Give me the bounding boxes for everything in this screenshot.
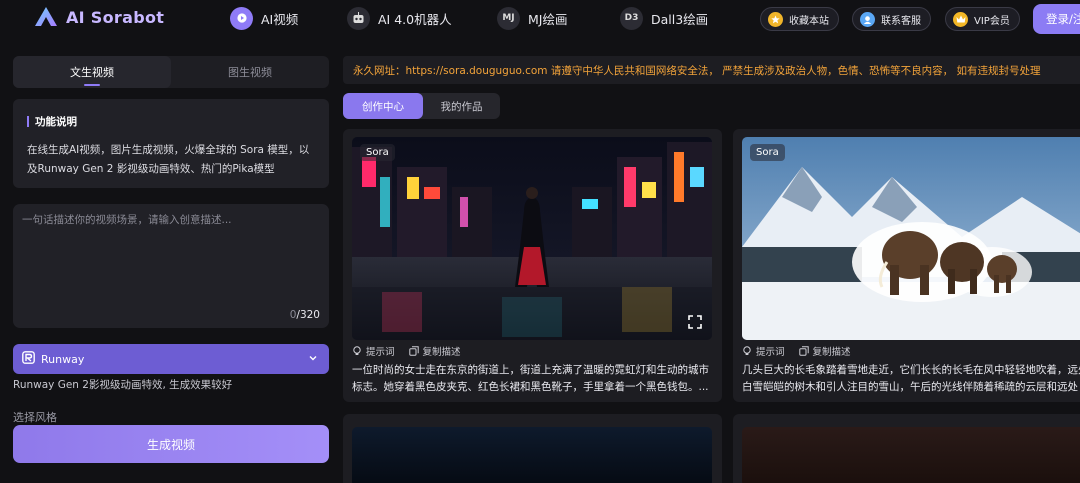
mj-badge-icon: MJ [497,6,520,30]
chevron-down-icon [308,352,318,366]
video-thumbnail[interactable] [742,427,1080,483]
support-button[interactable]: 联系客服 [852,7,931,31]
info-text: 在线生成AI视频，图片生成视频，火爆全球的 Sora 模型，以及Runway G… [27,144,310,175]
nav-label: AI视频 [261,11,299,27]
gallery-tabs: 创作中心 我的作品 [343,93,500,119]
tab-image-to-video[interactable]: 图生视频 [171,56,329,88]
runway-icon [22,351,35,367]
brand-logo[interactable]: AI Sorabot [34,6,164,28]
mode-tabs: 文生视频 图生视频 [13,56,329,88]
star-icon [768,11,783,27]
mammoth-snow-image [742,137,1080,340]
nav-label: AI 4.0机器人 [378,11,452,27]
style-label: 选择风格 [13,411,57,424]
model-tag: Sora [750,144,785,161]
prompt-input[interactable] [13,204,329,328]
video-card[interactable] [343,414,722,483]
video-description: 一位时尚的女士走在东京的街道上，街道上充满了温暖的霓虹灯和生动的城市标志。她穿着… [352,364,709,393]
login-button[interactable]: 登录/注 [1033,4,1080,34]
card-actions: 提示词 复制描述 [742,344,865,358]
tab-my-works[interactable]: 我的作品 [423,93,500,119]
generate-video-button[interactable]: 生成视频 [13,425,329,463]
video-thumbnail[interactable]: Sora [742,137,1080,340]
copy-label: 复制描述 [422,347,461,358]
feature-info-card: 功能说明 在线生成AI视频，图片生成视频，火爆全球的 Sora 模型，以及Run… [13,99,329,188]
prompt-box: 0/320 [13,204,329,328]
model-tag: Sora [360,144,395,161]
bookmark-button[interactable]: 收藏本站 [760,7,839,31]
video-thumbnail[interactable] [352,427,712,483]
vip-button[interactable]: VIP会员 [945,7,1020,31]
bulb-icon [743,346,751,355]
vip-label: VIP会员 [974,15,1010,27]
video-card[interactable]: Sora 提示词 复制描述 一位时尚的女士走在东京的街道上，街道上充满了温暖的霓… [343,129,722,402]
d3-badge-icon: D3 [620,6,643,30]
sorabot-logo-icon [34,6,58,28]
copy-icon [798,346,809,356]
support-icon [860,11,875,27]
prompt-hint-button[interactable]: 提示词 [742,344,785,358]
bookmark-label: 收藏本站 [789,15,829,27]
robot-icon [347,6,370,30]
play-icon [230,6,253,30]
fullscreen-icon[interactable] [688,315,702,332]
model-description: Runway Gen 2影视级动画特效, 生成效果较好 [13,379,233,391]
top-bar: AI Sorabot AI视频 AI 4.0机器人 MJ MJ绘画 D3 Dal… [0,0,1080,38]
char-max: /320 [296,309,320,321]
copy-desc-button[interactable]: 复制描述 [798,344,851,358]
nav-label: Dall3绘画 [651,11,709,27]
tab-text-to-video[interactable]: 文生视频 [13,56,171,88]
video-description: 几头巨大的长毛象踏着雪地走近，它们长长的长毛在风中轻轻地吹着，远处是白雪皑皑的树… [742,364,1080,393]
notice-banner: 永久网址：https://sora.douguguo.com 请遵守中华人民共和… [343,56,1080,84]
prompt-hint-button[interactable]: 提示词 [352,344,395,358]
video-thumbnail[interactable]: Sora [352,137,712,340]
nav-item-ai-video[interactable]: AI视频 [230,6,298,30]
support-label: 联系客服 [881,15,921,27]
bulb-icon [353,346,361,355]
info-title: 功能说明 [27,114,315,129]
copy-desc-button[interactable]: 复制描述 [408,344,461,358]
model-select[interactable]: Runway [13,344,329,374]
model-label: Runway [41,352,85,366]
video-card[interactable]: Sora 提示词 复制描述 几头巨大的长毛象踏着雪地走近，它们长长的长毛在风中轻… [733,129,1080,402]
tokyo-street-image [352,137,712,340]
tab-creation-center[interactable]: 创作中心 [343,93,423,119]
hint-label: 提示词 [366,347,395,358]
brand-name: AI Sorabot [66,7,165,27]
nav-item-dall3[interactable]: D3 Dall3绘画 [620,6,708,30]
copy-icon [408,346,419,356]
crown-icon [953,11,968,27]
nav-item-ai-robot[interactable]: AI 4.0机器人 [347,6,452,30]
copy-label: 复制描述 [812,347,851,358]
card-actions: 提示词 复制描述 [352,344,475,358]
char-counter: 0/320 [290,309,320,321]
nav-label: MJ绘画 [528,11,568,27]
video-card[interactable] [733,414,1080,483]
hint-label: 提示词 [756,347,785,358]
nav-item-mj[interactable]: MJ MJ绘画 [497,6,567,30]
